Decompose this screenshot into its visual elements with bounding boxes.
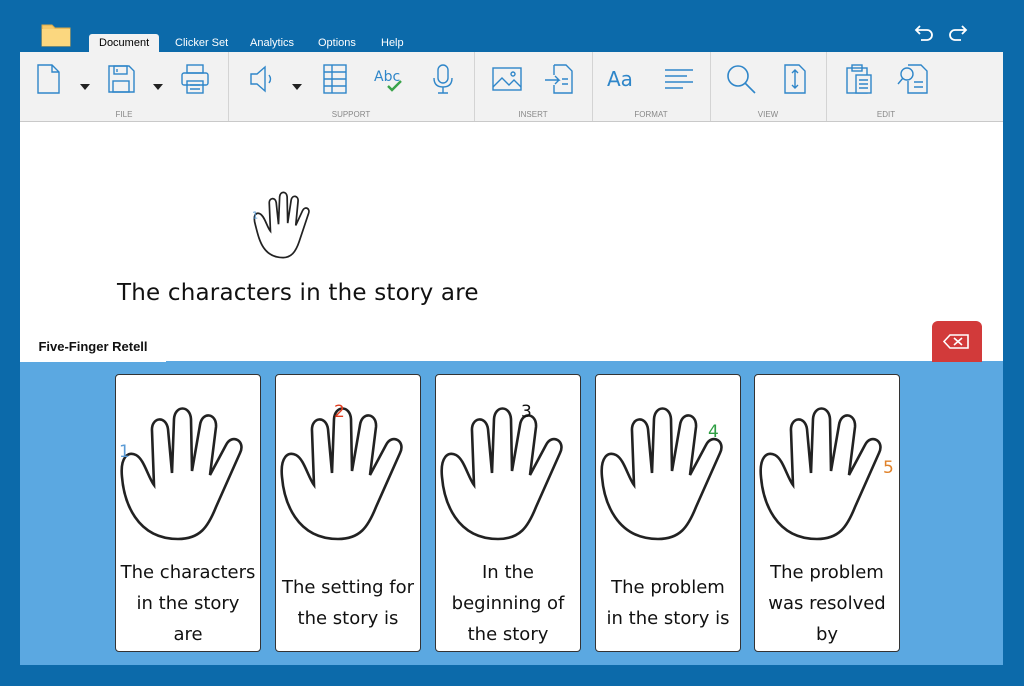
- card-label-line: was resolved: [768, 592, 886, 614]
- card-label-line: are: [173, 623, 203, 645]
- speaker-icon[interactable]: [246, 62, 280, 96]
- speaker-dropdown-icon[interactable]: [292, 76, 302, 90]
- ribbon-group-view: VIEW: [710, 52, 827, 121]
- ribbon-group-label: FORMAT: [634, 110, 668, 119]
- spellcheck-label: Abc: [374, 69, 400, 85]
- find-replace-icon[interactable]: [896, 62, 930, 96]
- card-label-line: The characters: [120, 561, 256, 583]
- hand-icon: 4: [600, 407, 723, 541]
- card-label: The setting for the story is: [276, 555, 420, 651]
- new-document-icon[interactable]: [31, 62, 65, 96]
- card-label-line: the story is: [297, 608, 399, 629]
- card-label: In the beginning of the story: [436, 555, 580, 651]
- hand-icon: 2: [280, 402, 403, 541]
- finger-number: 3: [521, 402, 532, 422]
- tab-help[interactable]: Help: [381, 34, 404, 52]
- hand-icon: 5: [759, 407, 894, 541]
- card-label-line: The setting for: [281, 577, 415, 598]
- backspace-button[interactable]: [932, 321, 982, 362]
- font-icon[interactable]: Aa: [606, 62, 640, 96]
- card-2[interactable]: 2 The setting for the story is: [275, 374, 421, 652]
- paste-icon[interactable]: [842, 62, 876, 96]
- card-label-line: beginning of: [451, 592, 565, 614]
- tab-clicker-set[interactable]: Clicker Set: [175, 34, 228, 52]
- hand-icon: 3: [440, 402, 563, 541]
- microphone-icon[interactable]: [426, 62, 460, 96]
- document-sentence: The characters in the story are: [117, 280, 479, 306]
- ribbon-group-label: VIEW: [757, 110, 779, 119]
- page-size-icon[interactable]: [778, 62, 812, 96]
- ribbon-group-file: FILE: [20, 52, 229, 121]
- card-1[interactable]: 1 The characters in the story are: [115, 374, 261, 652]
- tab-document[interactable]: Document: [89, 34, 160, 54]
- card-label-line: in the story is: [606, 608, 730, 629]
- card-5[interactable]: 5 The problem was resolved by: [754, 374, 900, 652]
- insert-picture-icon[interactable]: [490, 62, 524, 96]
- finger-number: 4: [708, 422, 719, 442]
- ribbon-group-format: Aa FORMAT: [592, 52, 711, 121]
- backspace-icon: [942, 334, 969, 349]
- font-label: Aa: [607, 67, 633, 91]
- finger-number: 2: [334, 402, 345, 422]
- ribbon-group-label: SUPPORT: [331, 110, 371, 119]
- panel-tab-five-finger-retell[interactable]: Five-Finger Retell: [20, 329, 166, 362]
- card-label-line: in the story: [136, 592, 240, 614]
- ribbon-group-edit: EDIT: [826, 52, 946, 121]
- hand-icon: 1: [244, 184, 336, 276]
- tab-analytics[interactable]: Analytics: [250, 34, 294, 52]
- folder-icon[interactable]: [40, 20, 72, 48]
- print-icon[interactable]: [178, 62, 212, 96]
- redo-icon[interactable]: [946, 22, 970, 46]
- card-4[interactable]: 4 The problem in the story is: [595, 374, 741, 652]
- card-label: The characters in the story are: [116, 555, 260, 651]
- align-icon[interactable]: [662, 62, 696, 96]
- undo-icon[interactable]: [912, 22, 936, 46]
- card-label-line: the story: [467, 623, 549, 645]
- ribbon-group-label: FILE: [115, 110, 133, 119]
- card-label: The problem was resolved by: [755, 555, 899, 651]
- ribbon-group-support: Abc SUPPORT: [228, 52, 475, 121]
- finger-number: 1: [119, 442, 130, 462]
- new-dropdown-icon[interactable]: [80, 76, 90, 90]
- ribbon-group-label: EDIT: [876, 110, 896, 119]
- ribbon-group-insert: INSERT: [474, 52, 593, 121]
- insert-file-icon[interactable]: [542, 62, 576, 96]
- tab-options[interactable]: Options: [318, 34, 356, 52]
- save-dropdown-icon[interactable]: [153, 76, 163, 90]
- panel-header-strip: [20, 332, 1003, 362]
- finger-number: 1: [252, 211, 258, 222]
- word-list-icon[interactable]: [318, 62, 352, 96]
- card-3[interactable]: 3 In the beginning of the story: [435, 374, 581, 652]
- ribbon-toolbar: FILE Abc SUPPORT INSERT Aa FORMAT VIEW E…: [20, 52, 1003, 122]
- finger-number: 5: [883, 458, 894, 478]
- card-label: The problem in the story is: [596, 555, 740, 651]
- hand-icon: 1: [119, 407, 243, 541]
- card-label-line: by: [815, 623, 839, 645]
- save-icon[interactable]: [104, 62, 138, 96]
- card-label-line: The problem: [611, 577, 725, 598]
- ribbon-group-label: INSERT: [518, 110, 548, 119]
- card-label-line: In the: [482, 561, 534, 583]
- card-label-line: The problem: [770, 561, 884, 583]
- spellcheck-icon[interactable]: Abc: [372, 62, 406, 96]
- search-icon[interactable]: [724, 62, 758, 96]
